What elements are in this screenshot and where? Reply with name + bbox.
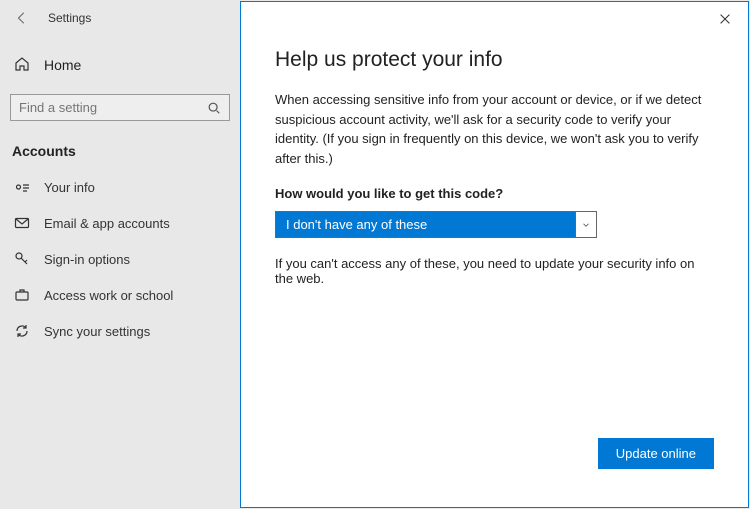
home-label: Home bbox=[44, 57, 81, 73]
sidebar-item-label: Sign-in options bbox=[44, 252, 130, 267]
sidebar-item-label: Access work or school bbox=[44, 288, 173, 303]
sidebar-item-label: Email & app accounts bbox=[44, 216, 170, 231]
sync-icon bbox=[14, 323, 30, 339]
sidebar-item-work-school[interactable]: Access work or school bbox=[0, 277, 240, 313]
dialog-body: When accessing sensitive info from your … bbox=[275, 90, 714, 168]
home-icon bbox=[14, 56, 32, 74]
dialog-note: If you can't access any of these, you ne… bbox=[275, 256, 714, 286]
code-method-select[interactable]: I don't have any of these bbox=[275, 211, 597, 238]
sidebar-item-sync[interactable]: Sync your settings bbox=[0, 313, 240, 349]
verify-dialog: Help us protect your info When accessing… bbox=[240, 1, 749, 508]
header: Settings bbox=[0, 0, 240, 36]
sidebar-item-signin[interactable]: Sign-in options bbox=[0, 241, 240, 277]
dialog-title: Help us protect your info bbox=[275, 48, 714, 72]
nav-home[interactable]: Home bbox=[0, 44, 240, 86]
sidebar-item-label: Sync your settings bbox=[44, 324, 150, 339]
sidebar-item-label: Your info bbox=[44, 180, 95, 195]
section-title: Accounts bbox=[0, 129, 240, 169]
user-card-icon bbox=[14, 179, 30, 195]
mail-icon bbox=[14, 215, 30, 231]
settings-sidebar: Settings Home Accounts Your info Email &… bbox=[0, 0, 240, 509]
search-input[interactable] bbox=[19, 100, 207, 115]
back-icon[interactable] bbox=[12, 8, 32, 28]
search-icon bbox=[207, 101, 221, 115]
select-value: I don't have any of these bbox=[275, 211, 575, 238]
dialog-question: How would you like to get this code? bbox=[275, 186, 714, 201]
close-icon[interactable] bbox=[718, 12, 736, 30]
key-icon bbox=[14, 251, 30, 267]
search-box[interactable] bbox=[10, 94, 230, 121]
window-title: Settings bbox=[48, 11, 91, 25]
sidebar-item-email-accounts[interactable]: Email & app accounts bbox=[0, 205, 240, 241]
sidebar-item-your-info[interactable]: Your info bbox=[0, 169, 240, 205]
dialog-footer: Update online bbox=[275, 438, 714, 475]
chevron-down-icon[interactable] bbox=[575, 211, 597, 238]
update-online-button[interactable]: Update online bbox=[598, 438, 714, 469]
briefcase-icon bbox=[14, 287, 30, 303]
